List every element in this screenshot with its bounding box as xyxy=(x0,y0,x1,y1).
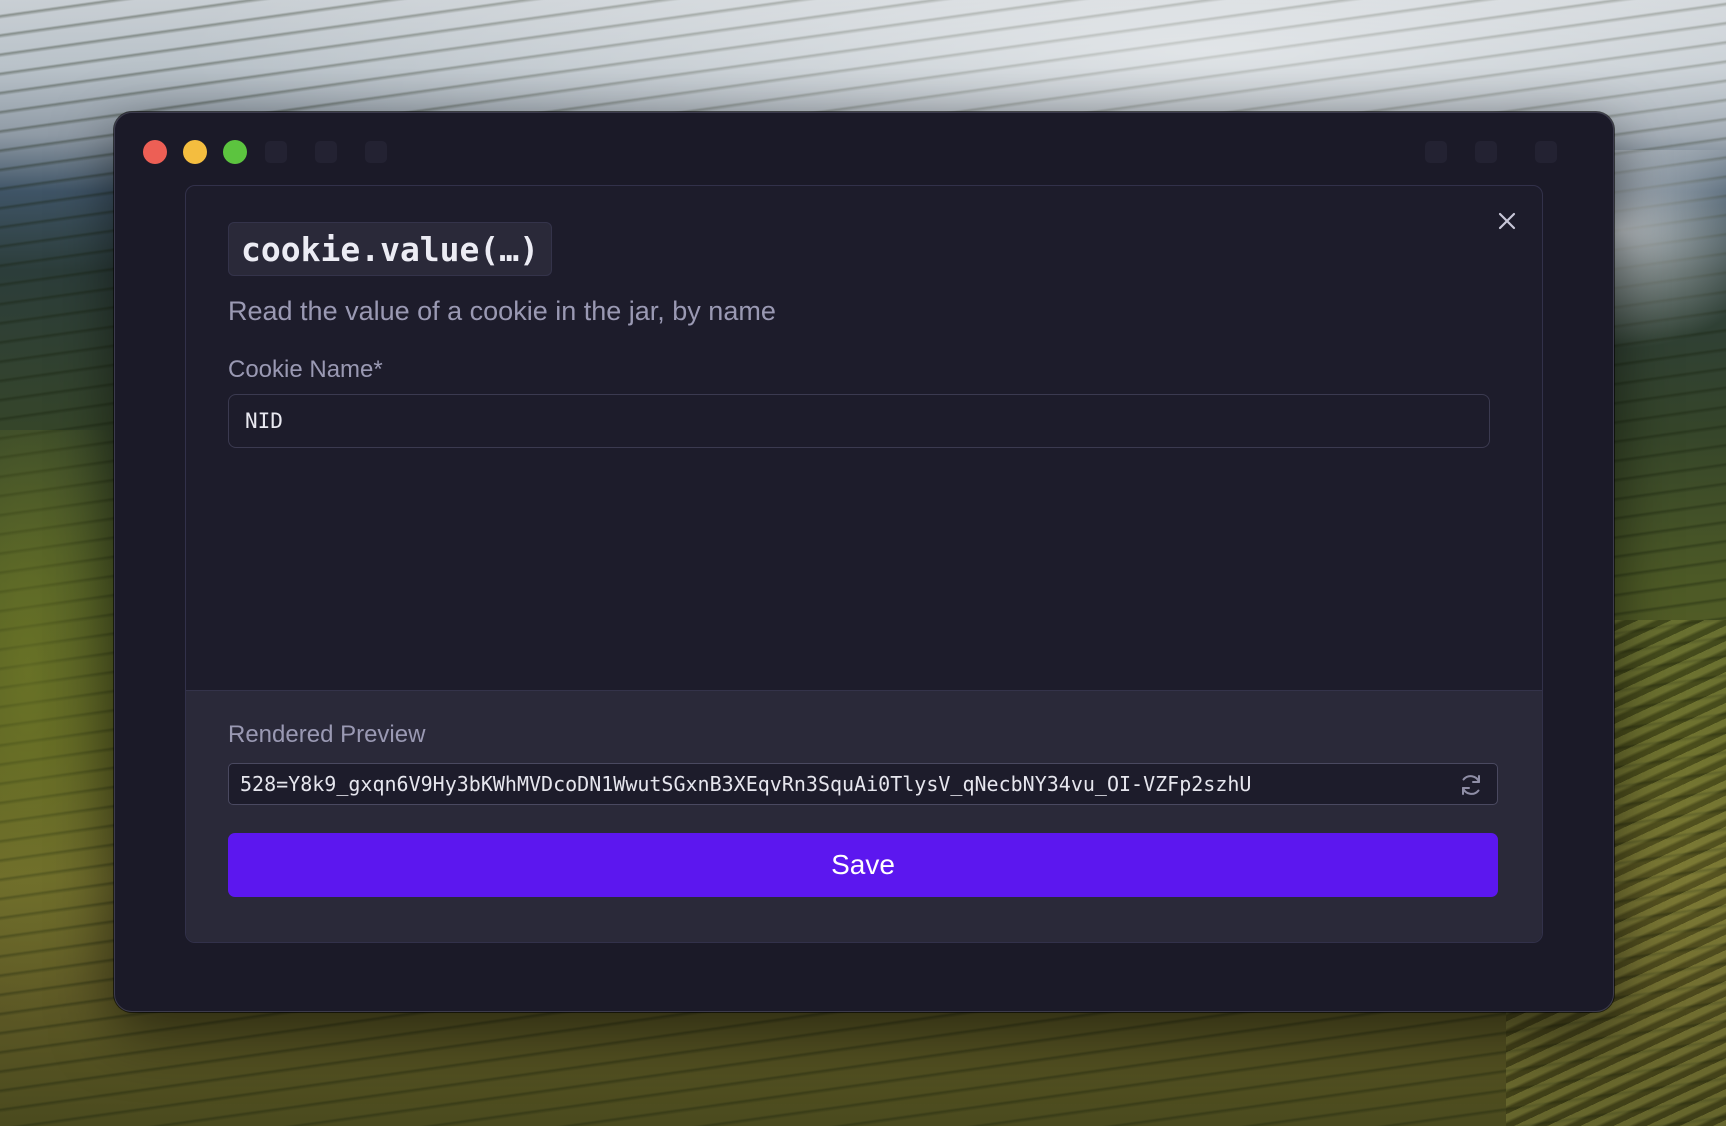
function-name-badge: cookie.value(…) xyxy=(228,222,553,276)
app-window: cookie.value(…) Read the value of a cook… xyxy=(114,112,1614,1012)
cookie-name-label: Cookie Name* xyxy=(228,356,383,384)
background-toolbar-icon xyxy=(1535,141,1557,163)
template-function-dialog: cookie.value(…) Read the value of a cook… xyxy=(185,185,1543,943)
cookie-name-label-text: Cookie Name xyxy=(228,356,374,383)
window-minimize-button[interactable] xyxy=(183,140,207,164)
function-description: Read the value of a cookie in the jar, b… xyxy=(228,296,776,326)
rendered-preview-label: Rendered Preview xyxy=(228,721,426,748)
cookie-name-input[interactable]: NID xyxy=(228,394,1490,448)
save-button[interactable]: Save xyxy=(228,833,1498,897)
window-maximize-button[interactable] xyxy=(223,140,247,164)
required-marker: * xyxy=(373,356,383,383)
background-toolbar-icon xyxy=(1475,141,1497,163)
background-toolbar-icon xyxy=(1425,141,1447,163)
close-icon[interactable] xyxy=(1494,208,1520,234)
dialog-footer: Rendered Preview 528=Y8k9_gxqn6V9Hy3bKWh… xyxy=(186,690,1542,942)
rendered-preview-box[interactable]: 528=Y8k9_gxqn6V9Hy3bKWhMVDcoDN1WwutSGxnB… xyxy=(228,763,1498,805)
background-toolbar-icon xyxy=(315,141,337,163)
background-toolbar-icon xyxy=(265,141,287,163)
background-toolbar-icon xyxy=(365,141,387,163)
rendered-preview-value: 528=Y8k9_gxqn6V9Hy3bKWhMVDcoDN1WwutSGxnB… xyxy=(240,772,1252,796)
function-name: cookie.value(…) xyxy=(241,229,540,269)
refresh-icon[interactable] xyxy=(1457,771,1485,799)
cookie-name-value: NID xyxy=(245,409,283,433)
window-close-button[interactable] xyxy=(143,140,167,164)
